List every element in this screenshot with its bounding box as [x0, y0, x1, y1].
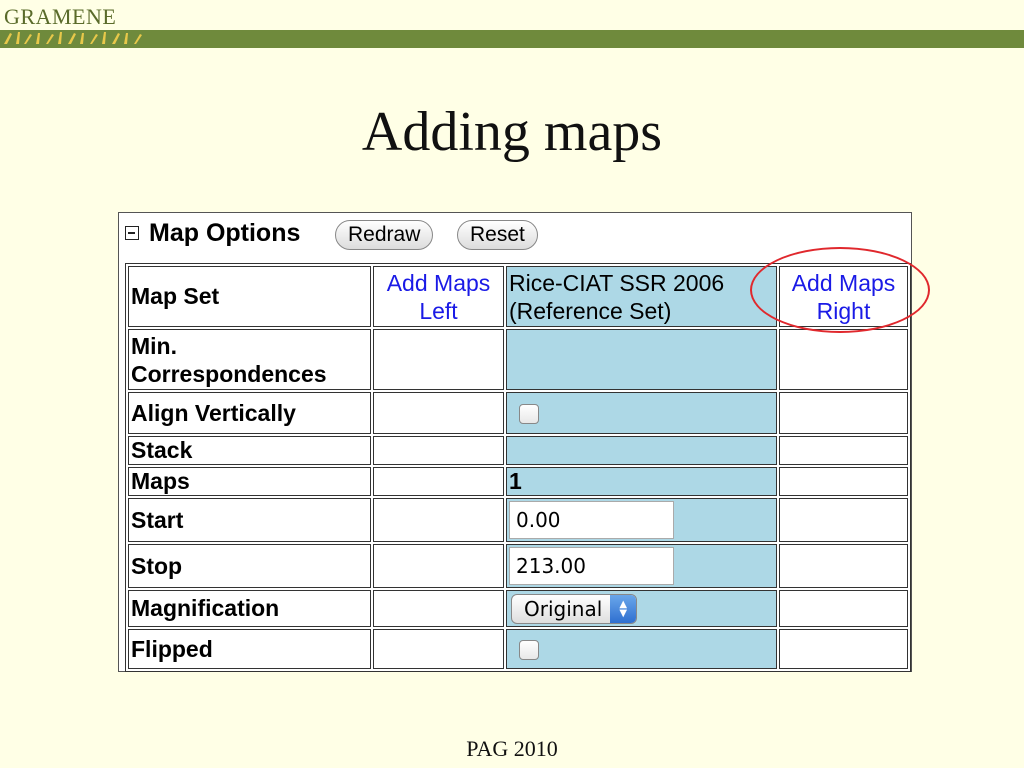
table-row: Flipped [128, 629, 908, 669]
empty-cell [779, 498, 908, 542]
slide-title: Adding maps [361, 101, 663, 163]
add-maps-left-link[interactable]: Add Maps Left [373, 266, 504, 327]
min-corr-line2: Correspondences [131, 360, 327, 387]
reference-set-line2: (Reference Set) [509, 297, 672, 324]
row-label-start: Start [128, 498, 371, 542]
empty-cell [779, 629, 908, 669]
table-row: Stop [128, 544, 908, 588]
map-options-panel: Map Options Redraw Reset Map Set Add Map… [118, 212, 912, 672]
row-label-flipped: Flipped [128, 629, 371, 669]
align-vertically-cell [506, 392, 777, 434]
empty-cell [779, 329, 908, 390]
table-row: Stack [128, 436, 908, 465]
reference-set-name: Rice-CIAT SSR 2006 (Reference Set) [506, 266, 777, 327]
grass-logo-icon [4, 32, 142, 44]
empty-cell [373, 590, 504, 627]
table-row: Start [128, 498, 908, 542]
add-maps-right-line1: Add Maps [791, 269, 896, 296]
row-label-stop: Stop [128, 544, 371, 588]
add-maps-left-line2: Left [419, 297, 458, 324]
min-corr-line1: Min. [131, 332, 177, 359]
empty-cell [373, 329, 504, 390]
maps-count-value: 1 [506, 467, 777, 496]
add-maps-right-link[interactable]: Add Maps Right [779, 266, 908, 327]
redraw-button[interactable]: Redraw [335, 220, 434, 250]
gramene-logo: GRAMENE [4, 4, 117, 29]
empty-cell [373, 436, 504, 465]
stop-value-cell [506, 544, 777, 588]
map-options-header: Map Options Redraw Reset [119, 213, 911, 257]
header-band-bottom [0, 30, 1024, 48]
header-band-top [150, 0, 1024, 29]
table-row: Min. Correspondences [128, 329, 908, 390]
table-row: Align Vertically [128, 392, 908, 434]
empty-cell [779, 590, 908, 627]
magnification-select[interactable]: Original ▲ ▼ [511, 593, 638, 624]
stack-value-cell [506, 436, 777, 465]
table-row: Maps 1 [128, 467, 908, 496]
empty-cell [373, 498, 504, 542]
row-label-map-set: Map Set [128, 266, 371, 327]
stop-input[interactable] [509, 547, 674, 585]
align-vertically-checkbox[interactable] [519, 404, 539, 425]
add-maps-right-line2: Right [816, 297, 871, 324]
flipped-cell [506, 629, 777, 669]
row-label-align-vertically: Align Vertically [128, 392, 371, 434]
table-row: Magnification Original ▲ ▼ [128, 590, 908, 627]
empty-cell [779, 436, 908, 465]
flipped-checkbox[interactable] [519, 640, 539, 661]
empty-cell [779, 392, 908, 434]
map-options-title: Map Options [149, 219, 301, 247]
empty-cell [373, 629, 504, 669]
magnification-value-cell: Original ▲ ▼ [506, 590, 777, 627]
empty-cell [373, 467, 504, 496]
add-maps-left-line1: Add Maps [386, 269, 491, 296]
slide-footer: PAG 2010 [466, 736, 558, 761]
reference-set-line1: Rice-CIAT SSR 2006 [509, 269, 725, 296]
magnification-selected-value: Original [524, 596, 603, 621]
empty-cell [373, 544, 504, 588]
start-input[interactable] [509, 501, 674, 539]
reset-button[interactable]: Reset [457, 220, 538, 250]
collapse-toggle-icon[interactable] [125, 226, 139, 240]
empty-cell [779, 467, 908, 496]
row-label-stack: Stack [128, 436, 371, 465]
row-label-min-correspondences: Min. Correspondences [128, 329, 371, 390]
min-corr-value-cell [506, 329, 777, 390]
map-options-table: Map Set Add Maps Left Rice-CIAT SSR 2006… [125, 263, 911, 672]
row-label-maps: Maps [128, 467, 371, 496]
table-row: Map Set Add Maps Left Rice-CIAT SSR 2006… [128, 266, 908, 327]
empty-cell [779, 544, 908, 588]
start-value-cell [506, 498, 777, 542]
row-label-magnification: Magnification [128, 590, 371, 627]
select-arrows-icon: ▲ ▼ [610, 594, 637, 623]
empty-cell [373, 392, 504, 434]
slide-header: GRAMENE [0, 0, 1024, 48]
